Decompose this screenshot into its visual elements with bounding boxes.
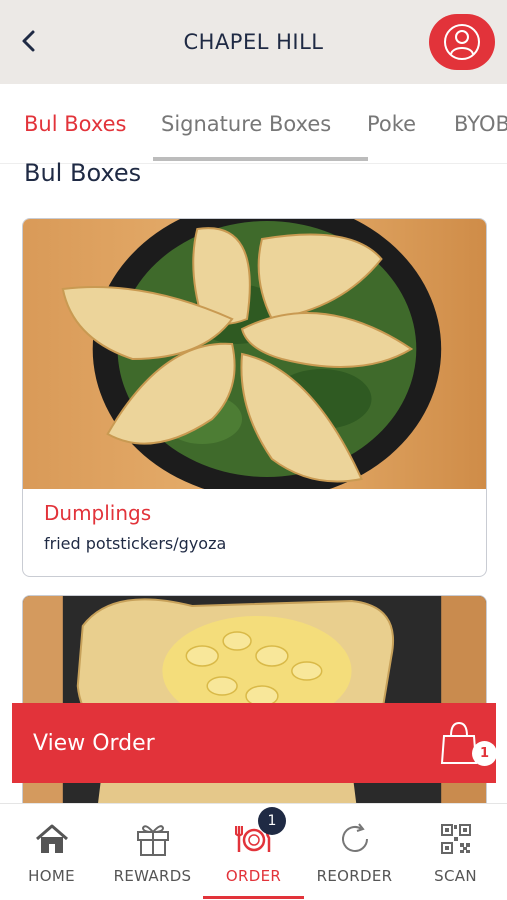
category-tabs: Bul Boxes Signature Boxes Poke BYOB [0,84,507,164]
nav-home[interactable]: HOME [1,804,102,900]
user-icon [444,24,480,60]
nav-order[interactable]: ORDER [203,804,304,900]
qr-code-icon [440,824,471,854]
nav-active-indicator [203,896,304,899]
tab-signature-boxes[interactable]: Signature Boxes [161,112,331,136]
tab-byob[interactable]: BYOB [454,112,507,136]
gift-icon [136,825,169,856]
nav-reorder-label: REORDER [316,867,393,885]
tab-bul-boxes[interactable]: Bul Boxes [24,112,126,136]
view-order-button[interactable]: View Order 1 [12,703,497,783]
menu-item-card[interactable]: Dumplings fried potstickers/gyoza [22,218,487,577]
section-title: Bul Boxes [24,159,142,187]
tab-scroll-indicator [153,157,368,161]
view-order-label: View Order [33,731,155,756]
order-count-badge: 1 [472,741,497,766]
order-nav-badge: 1 [258,807,286,835]
home-icon [35,824,68,853]
bottom-navigation: HOME REWARDS ORDER REORDER SCAN [0,803,507,900]
nav-rewards-label: REWARDS [113,867,192,885]
dumplings-photo [23,219,486,489]
tab-poke[interactable]: Poke [367,112,416,136]
nav-home-label: HOME [28,867,75,885]
nav-reorder[interactable]: REORDER [304,804,405,900]
profile-button[interactable] [429,14,495,70]
nav-rewards[interactable]: REWARDS [102,804,203,900]
top-header: CHAPEL HILL [0,0,507,84]
refresh-icon [341,823,368,852]
nav-order-label: ORDER [225,867,282,885]
nav-scan[interactable]: SCAN [405,804,506,900]
item-description: fried potstickers/gyoza [44,534,227,553]
item-name: Dumplings [44,501,152,525]
nav-scan-label: SCAN [434,867,477,885]
